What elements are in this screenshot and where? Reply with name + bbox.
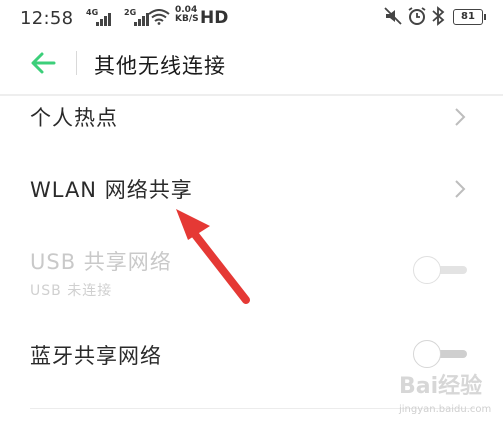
bluetooth-tethering-toggle[interactable] (413, 340, 469, 368)
wifi-icon (148, 9, 170, 25)
watermark-logo-text: Bai经验 (399, 374, 483, 399)
list-item-label: USB 共享网络 (30, 250, 172, 274)
mute-icon (384, 7, 402, 25)
toggle-knob (413, 256, 441, 284)
bluetooth-icon (432, 6, 445, 26)
list-item-usb-tethering: USB 共享网络 USB 未连接 (0, 242, 503, 302)
watermark-url: jingyan.baidu.com (399, 404, 492, 415)
app-header: 其他无线连接 (0, 36, 503, 92)
page-title: 其他无线连接 (94, 54, 226, 78)
back-arrow-icon[interactable] (30, 50, 56, 76)
status-bar: 12:58 4G 2G 0.04 KB/S HD 81 (0, 0, 503, 36)
watermark: Bai经验 jingyan.baidu.com (385, 366, 495, 422)
list-item-personal-hotspot[interactable]: 个人热点 (0, 100, 503, 140)
hd-label: HD (200, 8, 229, 28)
list-item-sublabel: USB 未连接 (30, 283, 113, 299)
status-right-icons: 81 (383, 6, 486, 28)
list-item-label: WLAN 网络共享 (30, 178, 193, 202)
header-bottom-divider (0, 94, 503, 96)
toggle-knob (413, 340, 441, 368)
chevron-right-icon (455, 108, 466, 126)
list-item-label: 个人热点 (30, 106, 118, 130)
usb-tethering-toggle (413, 256, 469, 284)
list-item-label: 蓝牙共享网络 (30, 344, 162, 368)
network-speed: 0.04 KB/S (175, 6, 199, 24)
status-time: 12:58 (20, 8, 74, 29)
header-divider (76, 51, 77, 75)
battery-indicator: 81 (453, 9, 486, 25)
list-item-wlan-sharing[interactable]: WLAN 网络共享 (0, 168, 503, 208)
alarm-icon (408, 7, 426, 25)
network-speed-unit: KB/S (175, 14, 199, 24)
chevron-right-icon (455, 180, 466, 198)
